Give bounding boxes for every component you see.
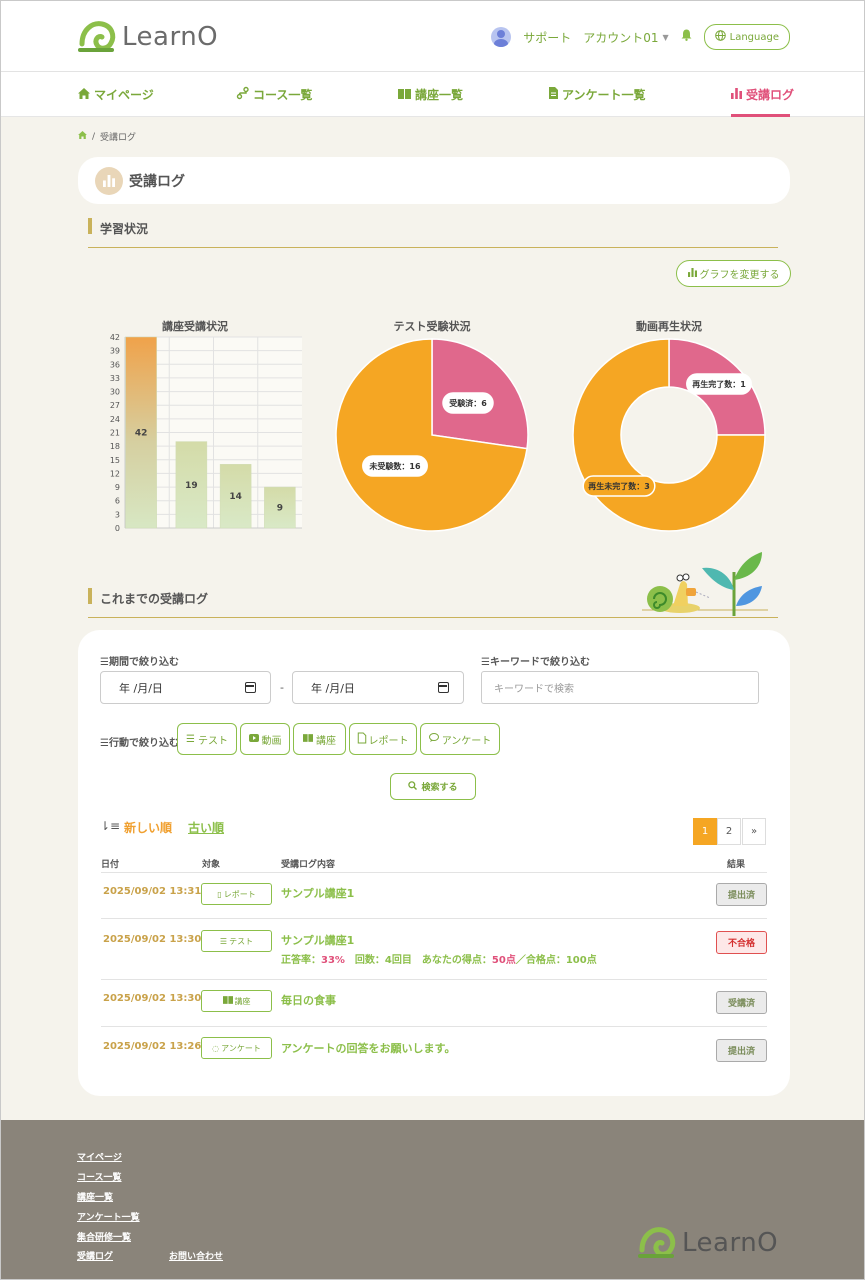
sort-icon: ⇂≡ xyxy=(100,819,121,833)
footer-link-group-training[interactable]: 集合研修一覧 xyxy=(77,1230,131,1243)
chip-label: 講座 xyxy=(316,735,336,747)
row-date: 2025/09/02 13:31 xyxy=(103,886,202,897)
period-filter-text: 期間で絞り込む xyxy=(108,657,179,668)
divider xyxy=(101,979,767,980)
chip-label: レポート xyxy=(368,735,409,747)
filter-chip-test[interactable]: ☰ テスト xyxy=(177,723,237,755)
row-type-label: アンケート xyxy=(221,1043,261,1053)
search-icon xyxy=(408,780,418,793)
book-icon xyxy=(303,733,313,745)
footer-link-lectures[interactable]: 講座一覧 xyxy=(77,1190,113,1203)
row-type-badge: ☰ テスト xyxy=(201,930,272,952)
footer-logo[interactable]: LearnO xyxy=(638,1226,778,1260)
search-button-label: 検索する xyxy=(421,783,458,793)
footer-link-surveys[interactable]: アンケート一覧 xyxy=(77,1210,140,1223)
page-2[interactable]: 2 xyxy=(717,818,741,845)
footer-link-mypage[interactable]: マイページ xyxy=(77,1150,122,1163)
date-range-separator: - xyxy=(280,681,284,694)
detail-mid: 回数：4回目 あなたの得点： xyxy=(344,955,492,966)
page-next[interactable]: » xyxy=(742,818,766,845)
footer-link-contact[interactable]: お問い合わせ xyxy=(169,1249,223,1262)
row-content-link[interactable]: サンプル講座1 xyxy=(281,885,354,901)
doc-icon xyxy=(357,732,366,746)
divider xyxy=(101,918,767,919)
row-result-badge: 不合格 xyxy=(716,931,767,954)
row-type-label: レポート xyxy=(223,889,256,899)
slice-label: 再生未完了数：3 xyxy=(588,481,650,491)
sort-newest[interactable]: 新しい順 xyxy=(124,819,172,836)
row-type-badge: ▯ レポート xyxy=(201,883,272,905)
keyword-filter-text: キーワードで絞り込む xyxy=(489,657,590,668)
col-header-content: 受講ログ内容 xyxy=(281,860,336,870)
row-content-link[interactable]: アンケートの回答をお願いします。 xyxy=(281,1040,455,1056)
book-icon xyxy=(222,996,233,1006)
col-header-date: 日付 xyxy=(101,860,120,870)
row-content-link[interactable]: サンプル講座1 xyxy=(281,932,354,948)
action-filter-label: ☰行動で絞り込む xyxy=(100,738,179,749)
detail-suffix: ／合格点：100点 xyxy=(515,955,597,966)
keyword-search-input[interactable]: キーワードで検索 xyxy=(481,671,759,704)
divider xyxy=(101,872,767,873)
section-heading-log: これまでの受講ログ xyxy=(88,588,208,607)
date-from-value: 年 /月/日 xyxy=(119,681,163,695)
row-test-detail: 正答率：33% 回数：4回目 あなたの得点：50点／合格点：100点 xyxy=(281,951,597,966)
date-from-input[interactable]: 年 /月/日 xyxy=(100,671,271,704)
correct-rate: 33% xyxy=(321,955,345,966)
comment-icon: ◌ xyxy=(212,1043,220,1053)
filter-chip-survey[interactable]: アンケート xyxy=(420,723,500,755)
calendar-icon[interactable] xyxy=(438,682,449,693)
slice-label: 再生完了数：1 xyxy=(692,379,746,389)
filter-chip-lecture[interactable]: 講座 xyxy=(293,723,346,755)
list-icon: ☰ xyxy=(186,733,195,745)
sort-oldest[interactable]: 古い順 xyxy=(188,819,224,836)
row-result-badge: 提出済 xyxy=(716,1039,767,1062)
footer-logo-text: LearnO xyxy=(682,1228,779,1258)
comment-icon xyxy=(428,733,439,745)
score: 50点 xyxy=(491,955,516,966)
col-header-result: 結果 xyxy=(727,860,746,870)
page-1[interactable]: 1 xyxy=(693,818,717,845)
row-type-badge: ◌ アンケート xyxy=(201,1037,272,1059)
footer-link-courses[interactable]: コース一覧 xyxy=(77,1170,122,1183)
col-header-target: 対象 xyxy=(202,860,221,870)
video-icon xyxy=(248,733,259,745)
list-icon: ☰ xyxy=(219,936,228,946)
filter-chip-video[interactable]: 動画 xyxy=(240,723,290,755)
chip-label: アンケート xyxy=(441,735,492,747)
doc-icon: ▯ xyxy=(217,889,222,899)
detail-prefix: 正答率： xyxy=(281,955,321,966)
date-to-input[interactable]: 年 /月/日 xyxy=(292,671,464,704)
snail-plant-illustration xyxy=(640,550,770,618)
row-type-badge: 講座 xyxy=(201,990,272,1012)
calendar-icon[interactable] xyxy=(245,682,256,693)
period-filter-label: ☰期間で絞り込む xyxy=(100,657,179,668)
row-type-label: 講座 xyxy=(234,996,251,1006)
row-type-label: テスト xyxy=(229,936,254,946)
chip-label: テスト xyxy=(197,735,228,747)
row-date: 2025/09/02 13:26 xyxy=(103,1041,202,1052)
action-filter-text: 行動で絞り込む xyxy=(108,738,179,749)
row-date: 2025/09/02 13:30 xyxy=(103,934,202,945)
row-result-badge: 提出済 xyxy=(716,883,767,906)
filter-chip-report[interactable]: レポート xyxy=(349,723,417,755)
chip-label: 動画 xyxy=(261,735,282,747)
row-content-link[interactable]: 毎日の食事 xyxy=(281,992,336,1008)
snail-logo-icon xyxy=(638,1226,676,1260)
row-date: 2025/09/02 13:30 xyxy=(103,993,202,1004)
row-result-badge: 受講済 xyxy=(716,991,767,1014)
search-button[interactable]: 検索する xyxy=(390,773,476,800)
divider xyxy=(101,1026,767,1027)
footer-link-log[interactable]: 受講ログ xyxy=(77,1249,113,1262)
date-to-value: 年 /月/日 xyxy=(311,681,355,695)
keyword-filter-label: ☰キーワードで絞り込む xyxy=(481,657,590,668)
